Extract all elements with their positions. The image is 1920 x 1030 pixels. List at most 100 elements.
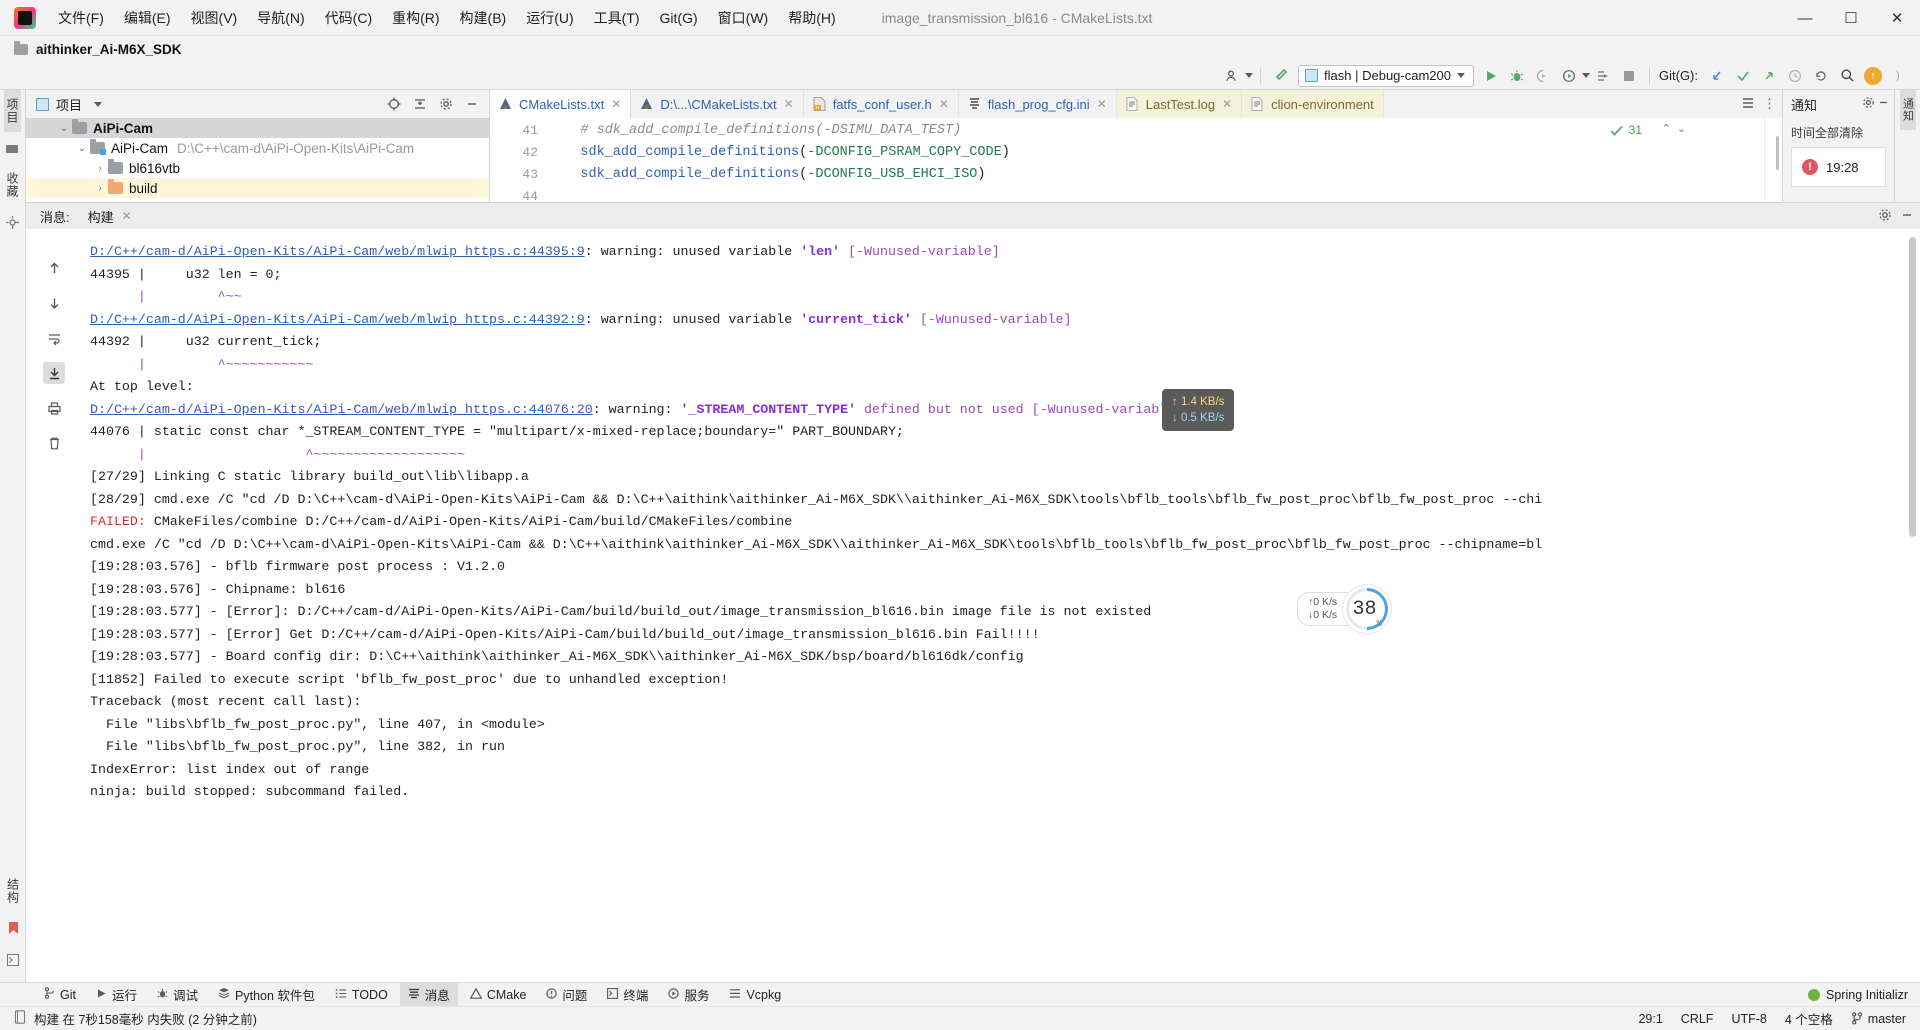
- print-icon[interactable]: [43, 397, 65, 419]
- profiler-caret-icon[interactable]: [1582, 73, 1590, 78]
- bottom-tab-todo[interactable]: TODO: [327, 985, 396, 1005]
- menu-item-window[interactable]: 窗口(W): [708, 4, 779, 32]
- git-update-icon[interactable]: [1704, 64, 1730, 88]
- menu-item-code[interactable]: 代码(C): [315, 4, 382, 32]
- close-icon[interactable]: ✕: [939, 97, 949, 111]
- console-link[interactable]: D:/C++/cam-d/AiPi-Open-Kits/AiPi-Cam/web…: [90, 402, 593, 417]
- user-account-caret-icon[interactable]: [1245, 73, 1254, 78]
- sidebar-item-bookmarks[interactable]: 收藏: [4, 164, 21, 206]
- project-name[interactable]: aithinker_Ai-M6X_SDK: [36, 42, 182, 57]
- tab-fatfs-conf-user-h[interactable]: H fatfs_conf_user.h ✕: [804, 90, 959, 118]
- project-tree[interactable]: ⌄ AiPi-Cam ⌄ AiPi-Cam D:\C++\cam-d\AiPi-…: [26, 118, 489, 202]
- bottom-tab-terminal[interactable]: 终端: [599, 982, 656, 1007]
- editor-scrollbar[interactable]: [1764, 118, 1782, 202]
- terminal-strip-icon[interactable]: [3, 950, 23, 970]
- build-settings-icon[interactable]: [1878, 208, 1892, 225]
- console-link[interactable]: D:/C++/cam-d/AiPi-Open-Kits/AiPi-Cam/web…: [90, 312, 585, 327]
- scroll-to-end-icon[interactable]: [43, 362, 65, 384]
- code-content[interactable]: # sdk_add_compile_definitions(-DSIMU_DAT…: [548, 118, 1782, 202]
- console-scrollbar[interactable]: [1908, 229, 1918, 982]
- commit-icon[interactable]: [3, 138, 23, 158]
- caret-position[interactable]: 29:1: [1638, 1012, 1662, 1026]
- console-scrollbar-thumb[interactable]: [1909, 237, 1916, 537]
- bottom-tab-cmake[interactable]: CMake: [462, 985, 535, 1005]
- next-occurrence-icon[interactable]: [43, 292, 65, 314]
- git-branch-widget[interactable]: master: [1851, 1012, 1906, 1026]
- select-opened-file-icon[interactable]: [383, 93, 405, 115]
- hide-panel-icon[interactable]: [461, 93, 483, 115]
- bottom-tab-problems[interactable]: 问题: [538, 982, 595, 1007]
- search-icon[interactable]: [1834, 64, 1860, 88]
- prev-problem-icon[interactable]: ⌃: [1662, 122, 1671, 135]
- tree-row-aipi-cam-root[interactable]: ⌄ AiPi-Cam: [26, 118, 489, 138]
- bottom-tab-python-packages[interactable]: Python 软件包: [210, 982, 323, 1007]
- file-encoding[interactable]: UTF-8: [1731, 1012, 1766, 1026]
- menu-item-help[interactable]: 帮助(H): [778, 4, 845, 32]
- bottom-tab-run[interactable]: 运行: [88, 982, 145, 1007]
- run-configuration-selector[interactable]: flash | Debug-cam200: [1298, 64, 1474, 87]
- close-icon[interactable]: ✕: [122, 209, 132, 223]
- menu-item-navigate[interactable]: 导航(N): [247, 4, 314, 32]
- prev-occurrence-icon[interactable]: [43, 257, 65, 279]
- structure-icon[interactable]: [3, 212, 23, 232]
- profiler-button[interactable]: [1556, 64, 1582, 88]
- maximize-button[interactable]: ☐: [1828, 0, 1874, 36]
- collapse-all-icon[interactable]: [409, 93, 431, 115]
- tree-row-aipi-cam-module[interactable]: ⌄ AiPi-Cam D:\C++\cam-d\AiPi-Open-Kits\A…: [26, 138, 489, 158]
- build-status-text[interactable]: 构建 在 7秒158毫秒 内失败 (2 分钟之前): [34, 1009, 257, 1028]
- notification-item[interactable]: ! 19:28: [1791, 147, 1886, 187]
- run-coverage-button[interactable]: [1530, 64, 1556, 88]
- attach-process-icon[interactable]: [1590, 64, 1616, 88]
- run-button[interactable]: [1478, 64, 1504, 88]
- sidebar-item-structure[interactable]: 结构: [5, 870, 22, 912]
- ai-assistant-icon[interactable]: [1886, 64, 1912, 88]
- inspection-widget[interactable]: 31: [1610, 123, 1642, 137]
- minimize-button[interactable]: —: [1782, 0, 1828, 36]
- bottom-tab-services[interactable]: 服务: [660, 982, 717, 1007]
- tree-row-bl616vtb[interactable]: › bl616vtb: [26, 158, 489, 178]
- tab-cmakelists-txt[interactable]: CMakeLists.txt ✕: [490, 90, 632, 118]
- next-problem-icon[interactable]: ⌄: [1677, 122, 1686, 135]
- tree-expand-arrow-icon[interactable]: ⌄: [74, 143, 90, 154]
- menu-item-view[interactable]: 视图(V): [181, 4, 248, 32]
- project-settings-icon[interactable]: [435, 93, 457, 115]
- tree-expand-arrow-icon[interactable]: ⌄: [56, 123, 72, 134]
- system-monitor-widget[interactable]: ↑0 K/s ↓0 K/s 38 %: [1297, 584, 1393, 634]
- menu-item-file[interactable]: 文件(F): [48, 4, 114, 32]
- tab-clion-environment[interactable]: clion-environment: [1242, 90, 1384, 118]
- menu-item-git[interactable]: Git(G): [650, 6, 708, 30]
- build-console[interactable]: D:/C++/cam-d/AiPi-Open-Kits/AiPi-Cam/web…: [82, 229, 1920, 982]
- user-account-icon[interactable]: [1219, 64, 1245, 88]
- build-hide-icon[interactable]: [1900, 208, 1914, 225]
- tree-expand-arrow-icon[interactable]: ›: [92, 163, 108, 174]
- close-icon[interactable]: ✕: [1097, 97, 1107, 111]
- git-rollback-icon[interactable]: [1808, 64, 1834, 88]
- tab-flash-prog-cfg-ini[interactable]: flash_prog_cfg.ini ✕: [959, 90, 1117, 118]
- close-icon[interactable]: ✕: [611, 97, 621, 111]
- bookmark-flag-icon[interactable]: [3, 918, 23, 938]
- tab-d-cmakelists-txt[interactable]: D:\...\CMakeLists.txt ✕: [631, 90, 804, 118]
- console-link[interactable]: D:/C++/cam-d/AiPi-Open-Kits/AiPi-Cam/web…: [90, 244, 585, 259]
- debug-button[interactable]: [1504, 64, 1530, 88]
- menu-item-refactor[interactable]: 重构(R): [382, 4, 449, 32]
- close-button[interactable]: ✕: [1874, 0, 1920, 36]
- tab-more-icon[interactable]: ⋮: [1763, 96, 1776, 112]
- sidebar-item-notifications[interactable]: 通知: [1899, 90, 1916, 130]
- git-history-icon[interactable]: [1782, 64, 1808, 88]
- close-icon[interactable]: ✕: [784, 97, 794, 111]
- sidebar-item-project[interactable]: 项目: [4, 90, 21, 132]
- update-available-icon[interactable]: ↑: [1860, 64, 1886, 88]
- tab-list-icon[interactable]: [1741, 96, 1755, 113]
- build-hammer-icon[interactable]: [1268, 64, 1294, 88]
- tree-row-build[interactable]: › build: [26, 178, 489, 198]
- bottom-tab-vcpkg[interactable]: Vcpkg: [721, 985, 789, 1005]
- git-push-icon[interactable]: [1756, 64, 1782, 88]
- bottom-tab-messages[interactable]: 消息: [399, 982, 458, 1007]
- notifications-clear-all[interactable]: 时间全部清除: [1783, 118, 1894, 145]
- git-commit-icon[interactable]: [1730, 64, 1756, 88]
- notifications-settings-icon[interactable]: [1862, 96, 1875, 112]
- menu-item-tools[interactable]: 工具(T): [584, 4, 650, 32]
- bottom-tab-git[interactable]: Git: [36, 984, 84, 1005]
- build-panel-tab[interactable]: 构建 ✕: [84, 205, 136, 228]
- menu-item-edit[interactable]: 编辑(E): [114, 4, 181, 32]
